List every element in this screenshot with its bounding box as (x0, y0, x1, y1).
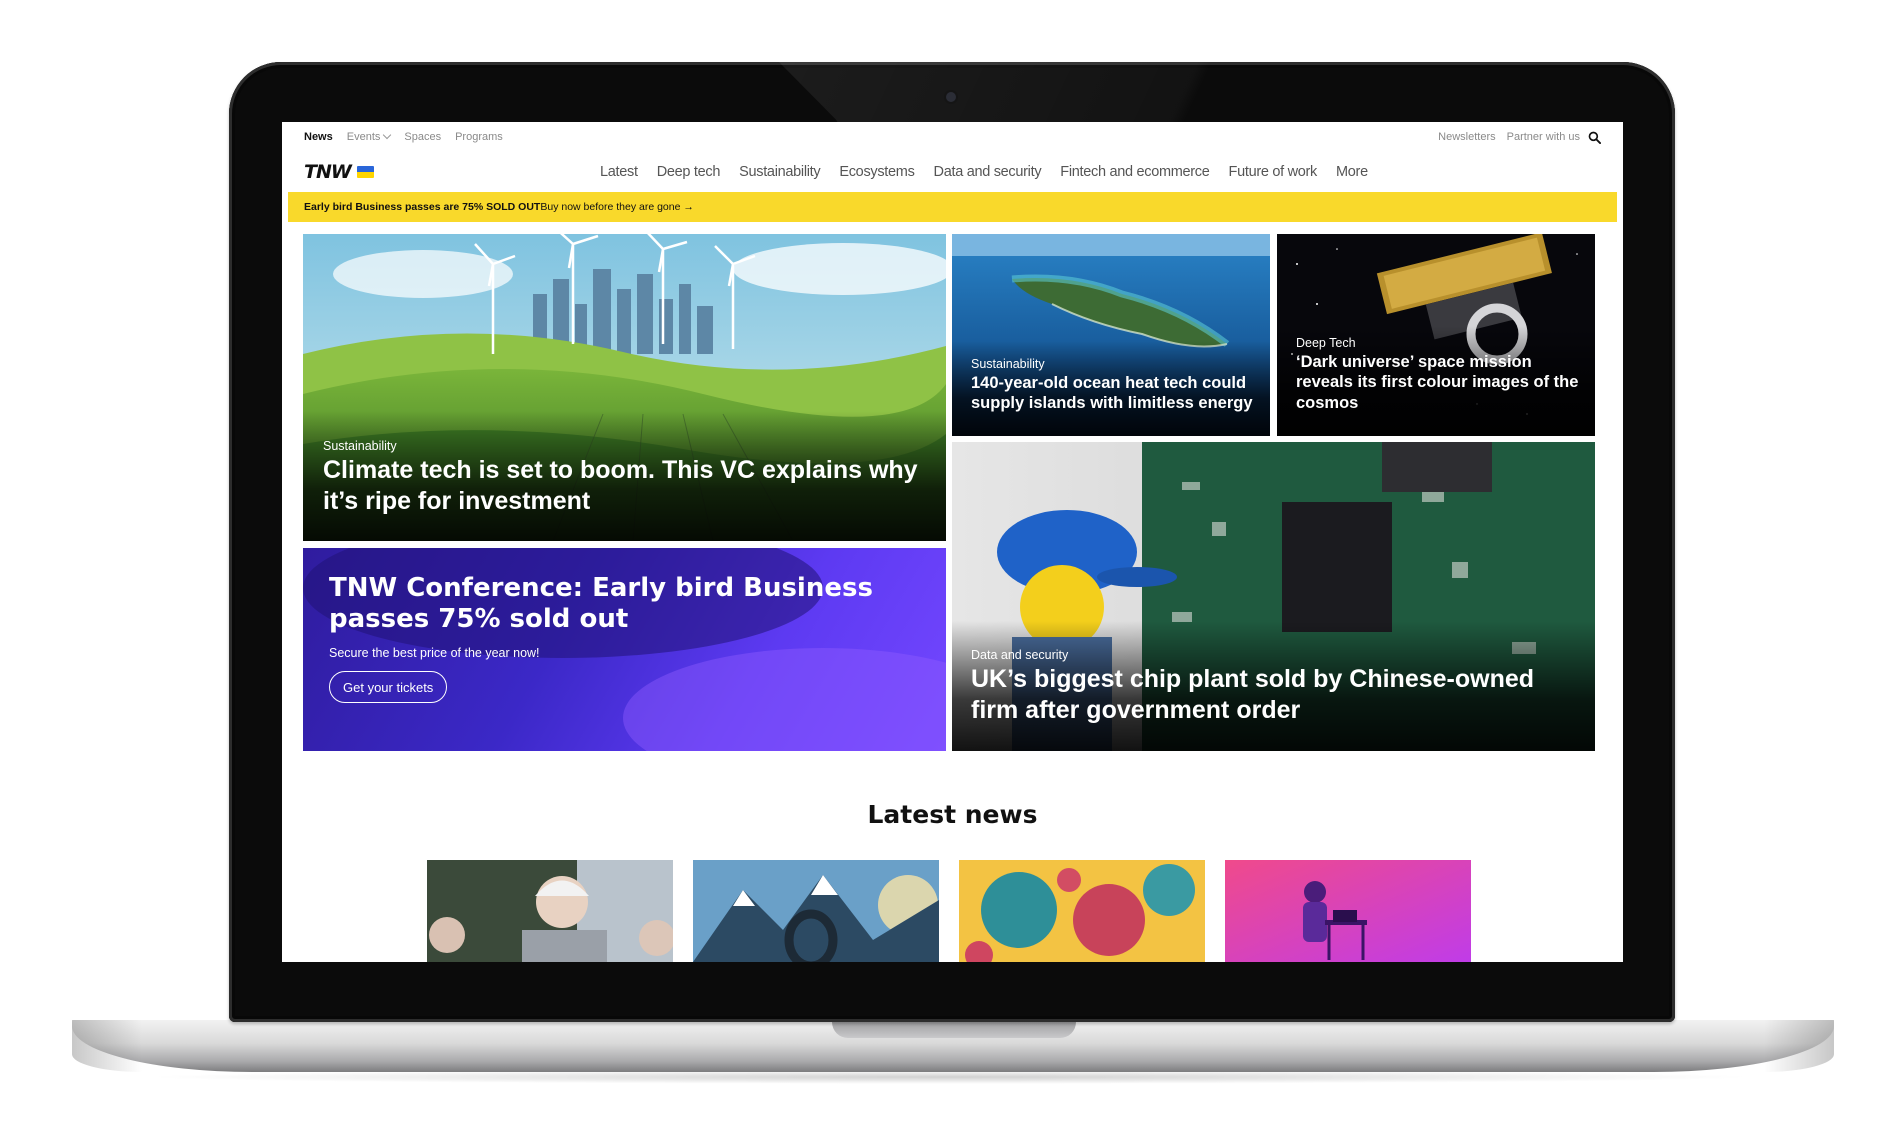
utility-nav-spaces[interactable]: Spaces (404, 131, 441, 143)
utility-nav-events-label: Events (346, 131, 381, 143)
cells-image (959, 860, 1205, 962)
browser-screen: News Events Spaces Programs Newsletters … (282, 122, 1623, 962)
webcam-icon (946, 92, 956, 102)
promo-banner[interactable]: Early bird Business passes are 75% SOLD … (288, 192, 1617, 222)
utility-nav-programs[interactable]: Programs (455, 131, 503, 143)
card-title[interactable]: ‘Dark universe’ space mission reveals it… (1296, 352, 1586, 413)
conference-promo[interactable]: TNW Conference: Early bird Business pass… (303, 548, 946, 751)
latest-thumb-1[interactable] (427, 860, 673, 962)
promo-subtitle: Secure the best price of the year now! (329, 646, 540, 660)
latest-thumb-3[interactable] (959, 860, 1205, 962)
category-fintech[interactable]: Fintech and ecommerce (1060, 164, 1210, 180)
utility-nav-news[interactable]: News (304, 131, 333, 143)
featured-card-chip[interactable]: Data and security UK’s biggest chip plan… (952, 442, 1595, 751)
mountain-ring-image (693, 860, 939, 962)
category-future-of-work[interactable]: Future of work (1229, 164, 1318, 180)
promo-title: TNW Conference: Early bird Business pass… (329, 573, 873, 635)
main-nav: TNW Latest Deep tech Sustainability Ecos… (282, 152, 1623, 192)
laptop-shadow (140, 1070, 1760, 1084)
utility-nav: News Events Spaces Programs Newsletters … (282, 122, 1623, 152)
card-category[interactable]: Sustainability (971, 357, 1045, 371)
search-icon[interactable] (1588, 131, 1601, 144)
category-data-security[interactable]: Data and security (934, 164, 1042, 180)
featured-card-climate[interactable]: Sustainability Climate tech is set to bo… (303, 234, 946, 541)
person-laptop-image (1225, 860, 1471, 962)
category-deep-tech[interactable]: Deep tech (657, 164, 721, 180)
logo-text: TNW (304, 161, 352, 183)
banner-link[interactable]: Buy now before they are gone → (540, 201, 694, 213)
card-title[interactable]: UK’s biggest chip plant sold by Chinese-… (971, 664, 1581, 726)
category-ecosystems[interactable]: Ecosystems (839, 164, 914, 180)
get-tickets-button[interactable]: Get your tickets (329, 671, 448, 703)
chevron-down-icon (383, 130, 392, 140)
newsletters-link[interactable]: Newsletters (1438, 131, 1495, 143)
utility-nav-events[interactable]: Events (346, 130, 392, 143)
card-category[interactable]: Sustainability (323, 439, 397, 453)
latest-thumb-2[interactable] (693, 860, 939, 962)
category-latest[interactable]: Latest (600, 164, 638, 180)
laptop-hinge-notch (832, 1020, 1076, 1038)
category-more[interactable]: More (1336, 164, 1368, 180)
featured-card-ocean[interactable]: Sustainability 140-year-old ocean heat t… (952, 234, 1270, 436)
site-logo[interactable]: TNW (304, 161, 374, 183)
banner-bold-text: Early bird Business passes are 75% SOLD … (304, 201, 541, 213)
featured-card-space[interactable]: Deep Tech ‘Dark universe’ space mission … (1277, 234, 1595, 436)
category-sustainability[interactable]: Sustainability (739, 164, 821, 180)
category-nav: Latest Deep tech Sustainability Ecosyste… (600, 152, 1368, 192)
card-category[interactable]: Deep Tech (1296, 336, 1356, 350)
partner-link[interactable]: Partner with us (1507, 131, 1580, 143)
card-title[interactable]: 140-year-old ocean heat tech could suppl… (971, 373, 1261, 414)
card-title[interactable]: Climate tech is set to boom. This VC exp… (323, 455, 928, 517)
latest-thumb-4[interactable] (1225, 860, 1471, 962)
ukraine-flag-icon (356, 166, 374, 178)
card-category[interactable]: Data and security (971, 648, 1068, 662)
latest-news-heading: Latest news (867, 800, 1038, 829)
people-photo-image (427, 860, 673, 962)
